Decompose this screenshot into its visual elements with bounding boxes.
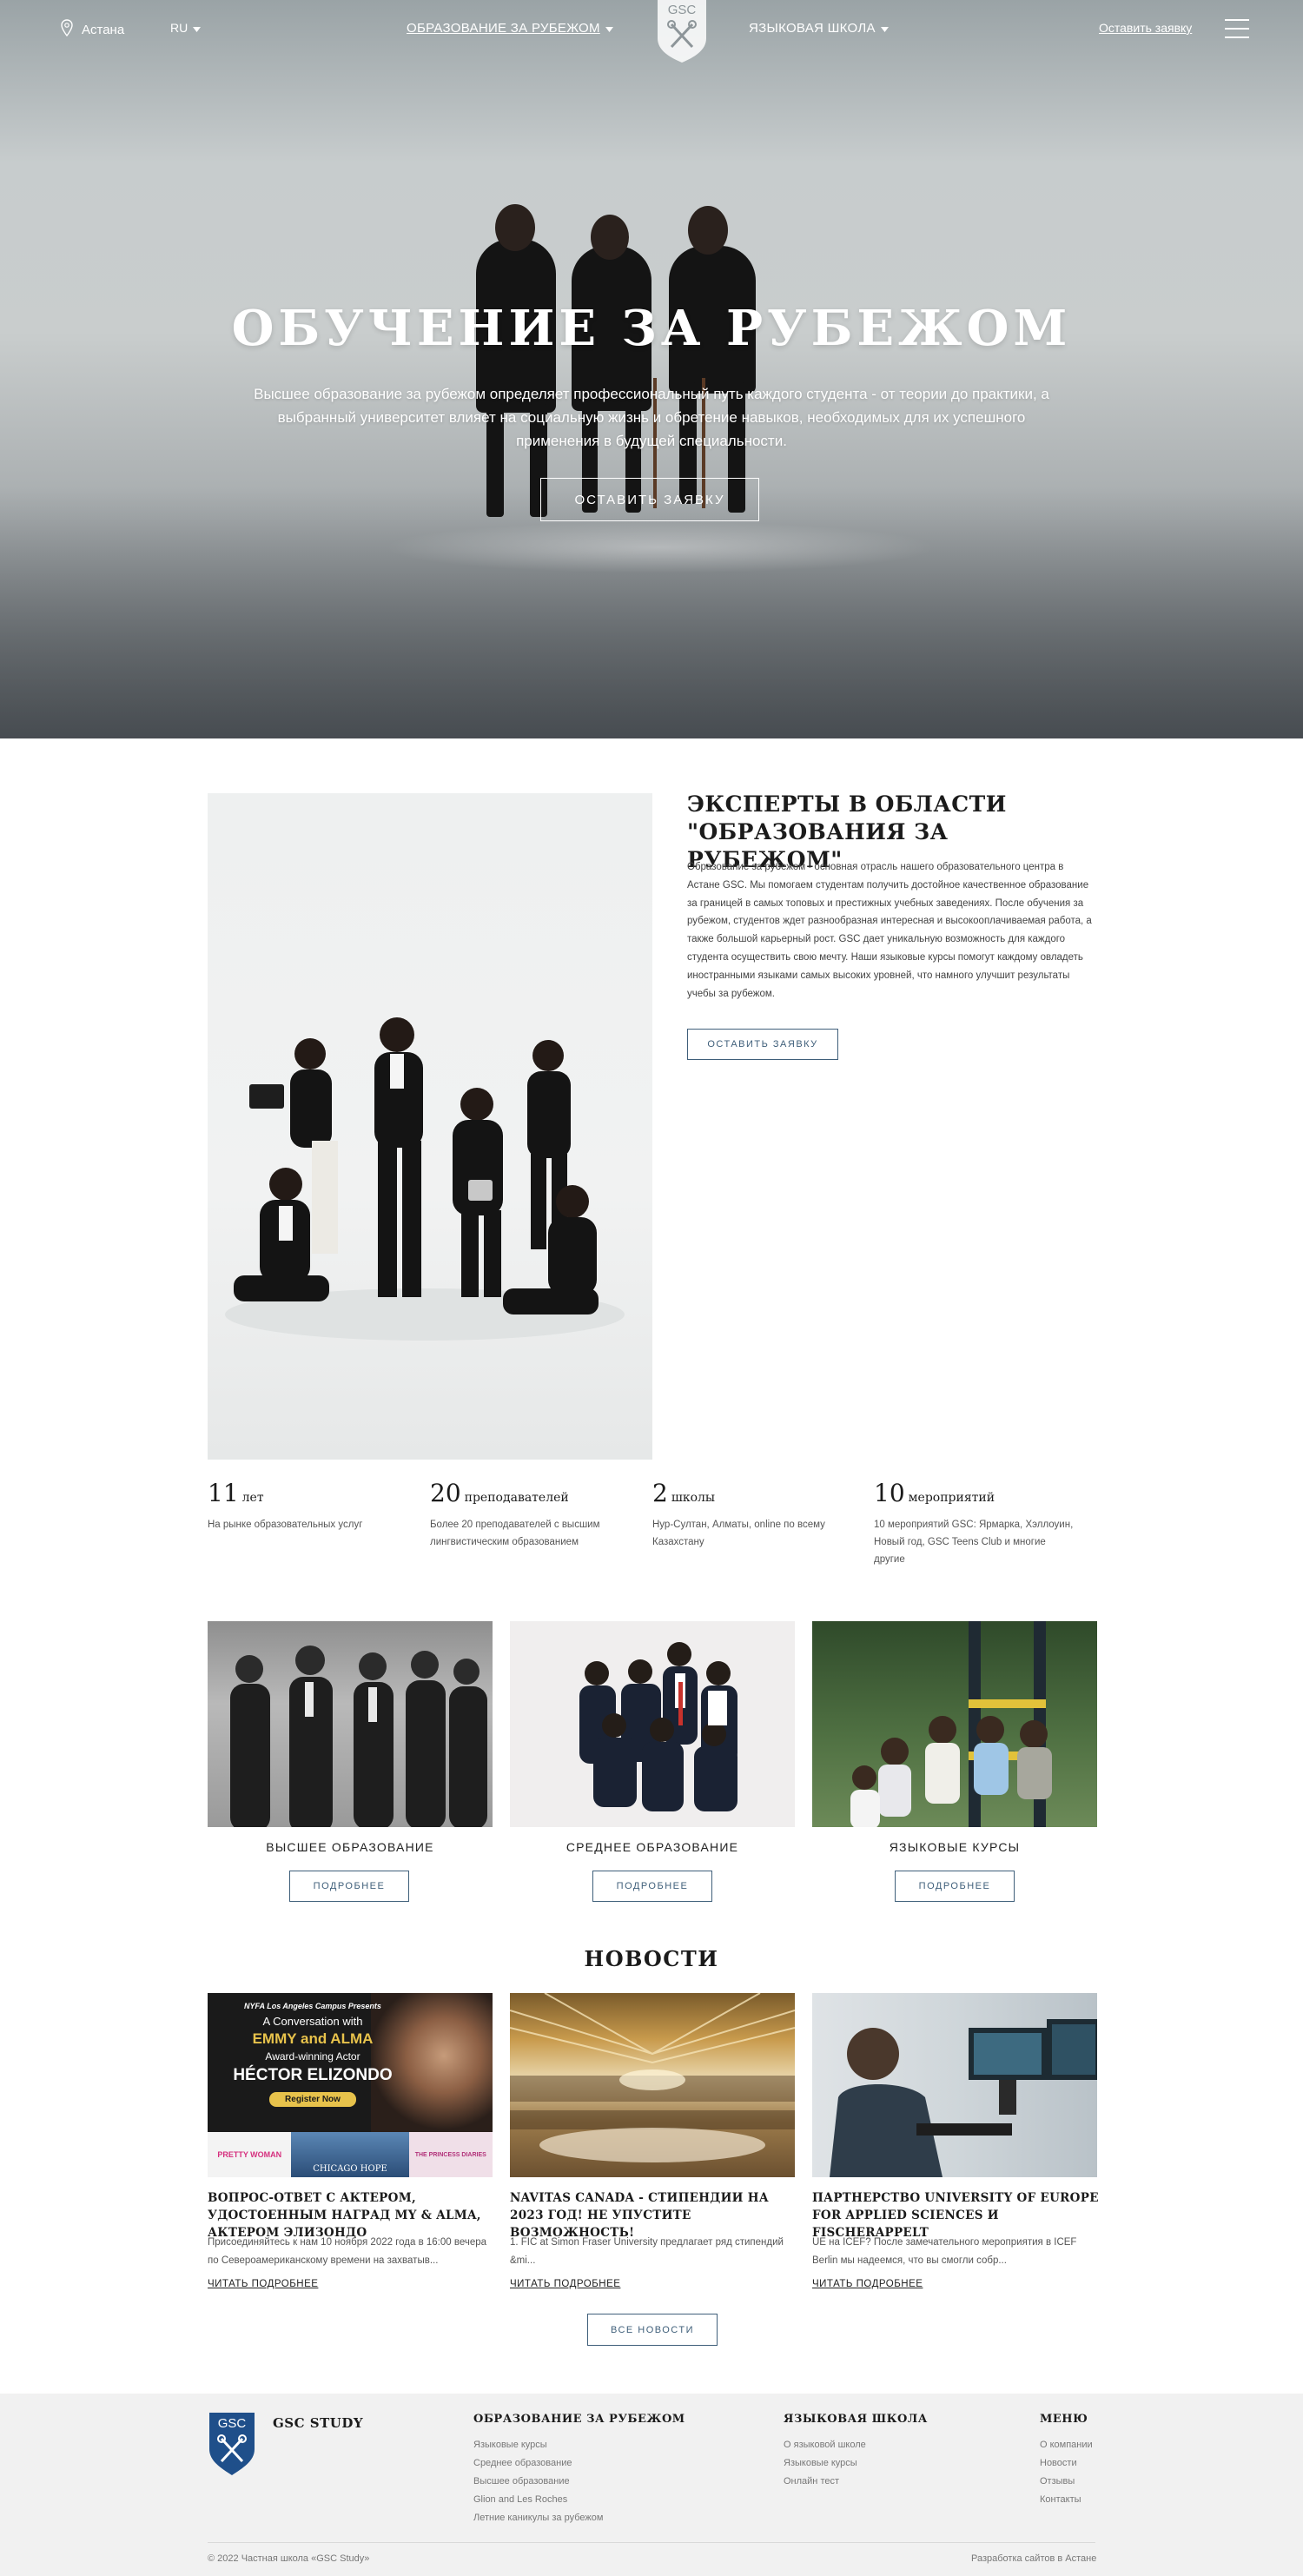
news-image-elizondo[interactable]: NYFA Los Angeles Campus Presents A Conve… [208, 1993, 493, 2177]
site-logo[interactable]: GSC [656, 0, 708, 63]
news-excerpt: UE на ICEF? После замечательного меропри… [812, 2237, 1077, 2266]
stat-number: 10 [874, 1479, 905, 1507]
footer-developer-link[interactable]: Разработка сайтов в Астане [971, 2553, 1096, 2564]
stat-number: 20 [430, 1479, 461, 1507]
news-image-navitas[interactable] [510, 1993, 795, 2177]
footer-link[interactable]: Онлайн тест [784, 2473, 866, 2491]
stat-description: Нур-Султан, Алматы, online по всему Каза… [652, 1520, 825, 1547]
chevron-down-icon [605, 21, 613, 36]
team-photo [208, 793, 652, 1460]
nav-language-school[interactable]: ЯЗЫКОВАЯ ШКОЛА [749, 21, 889, 36]
program-more-button[interactable]: ПОДРОБНЕЕ [592, 1871, 712, 1902]
stat-unit: преподавателей [464, 1491, 569, 1505]
footer-divider [208, 2542, 1095, 2543]
nav-language-school-label: ЯЗЫКОВАЯ ШКОЛА [749, 21, 876, 36]
footer-links-menu: О компании Новости Отзывы Контакты [1040, 2436, 1093, 2509]
news-excerpt: 1. FIC at Simon Fraser University предла… [510, 2237, 784, 2266]
hero-section: Астана RU ОБРАЗОВАНИЕ ЗА РУБЕЖОМ GSC ЯЗЫ… [0, 0, 1303, 738]
poster-line: Award-winning Actor [265, 2050, 360, 2063]
nav-study-abroad[interactable]: ОБРАЗОВАНИЕ ЗА РУБЕЖОМ [407, 21, 613, 36]
chevron-down-icon [880, 21, 889, 36]
location-pin-icon [61, 19, 73, 40]
program-title: ЯЗЫКОВЫЕ КУРСЫ [889, 1840, 1021, 1854]
news-read-more-link[interactable]: ЧИТАТЬ ПОДРОБНЕЕ [208, 2279, 318, 2289]
location-label: Астана [82, 22, 125, 37]
logo-text: GSC [668, 3, 697, 17]
footer-links-study-abroad: Языковые курсы Среднее образование Высше… [473, 2436, 603, 2527]
footer-link[interactable]: Новости [1040, 2454, 1093, 2473]
footer-column-title: МЕНЮ [1040, 2413, 1088, 2426]
poster-line: EMMY and ALMA [252, 2030, 374, 2047]
news-read-more-link[interactable]: ЧИТАТЬ ПОДРОБНЕЕ [510, 2279, 620, 2289]
hero-title: ОБУЧЕНИЕ ЗА РУБЕЖОМ [231, 300, 1072, 357]
program-more-button[interactable]: ПОДРОБНЕЕ [289, 1871, 409, 1902]
poster-register-badge: Register Now [269, 2092, 356, 2107]
stat-description: 10 мероприятий GSC: Ярмарка, Хэллоуин, Н… [874, 1520, 1074, 1565]
program-more-button[interactable]: ПОДРОБНЕЕ [895, 1871, 1015, 1902]
news-image-ue-partnership[interactable] [812, 1993, 1097, 2177]
stat-events: 10 мероприятий 10 мероприятий GSC: Ярмарк… [874, 1479, 1074, 1568]
footer-links-language-school: О языковой школе Языковые курсы Онлайн т… [784, 2436, 866, 2491]
about-apply-button[interactable]: ОСТАВИТЬ ЗАЯВКУ [687, 1029, 838, 1060]
program-image-higher[interactable] [208, 1621, 493, 1827]
news-read-more-link[interactable]: ЧИТАТЬ ПОДРОБНЕЕ [812, 2279, 923, 2289]
language-selector[interactable]: RU [170, 21, 202, 35]
header-apply-link[interactable]: Оставить заявку [1099, 21, 1192, 35]
footer-column-title: ОБРАЗОВАНИЕ ЗА РУБЕЖОМ [473, 2413, 685, 2426]
footer-link[interactable]: О языковой школе [784, 2436, 866, 2454]
stat-schools: 2 школы Нур-Султан, Алматы, online по все… [652, 1479, 852, 1551]
hamburger-menu-icon[interactable] [1225, 19, 1249, 38]
stat-number: 2 [652, 1479, 668, 1507]
stat-teachers: 20 преподавателей Более 20 преподавателей… [430, 1479, 630, 1551]
footer-link[interactable]: Языковые курсы [473, 2436, 603, 2454]
top-navigation: Астана RU ОБРАЗОВАНИЕ ЗА РУБЕЖОМ GSC ЯЗЫ… [0, 0, 1303, 63]
poster-film: THE PRINCESS DIARIES [408, 2132, 493, 2177]
about-description: Образование за рубежом - основная отрасл… [687, 862, 1092, 999]
stat-number: 11 [208, 1479, 239, 1507]
program-image-language[interactable] [812, 1621, 1097, 1827]
news-excerpt: Присоединяйтесь к нам 10 ноября 2022 год… [208, 2237, 487, 2266]
footer-logo[interactable]: GSC [208, 2413, 256, 2475]
program-title: ВЫСШЕЕ ОБРАЗОВАНИЕ [266, 1840, 434, 1854]
footer-link[interactable]: Высшее образование [473, 2473, 603, 2491]
location-selector[interactable]: Астана [61, 19, 124, 40]
poster-line: NYFA Los Angeles Campus Presents [244, 2002, 381, 2010]
footer-link[interactable]: Контакты [1040, 2491, 1093, 2509]
footer-link[interactable]: Отзывы [1040, 2473, 1093, 2491]
program-image-secondary[interactable] [510, 1621, 795, 1827]
hero-description: Высшее образование за рубежом определяет… [254, 386, 1049, 449]
stat-description: На рынке образовательных услуг [208, 1520, 363, 1530]
stat-unit: лет [241, 1491, 264, 1505]
poster-film: CHICAGO HOPE [291, 2132, 409, 2177]
footer-link[interactable]: Glion and Les Roches [473, 2491, 603, 2509]
footer-copyright: © 2022 Частная школа «GSC Study» [208, 2553, 370, 2564]
hero-apply-button[interactable]: ОСТАВИТЬ ЗАЯВКУ [540, 478, 759, 521]
stat-unit: школы [671, 1491, 716, 1505]
stat-years: 11 лет На рынке образовательных услуг [208, 1479, 407, 1533]
footer-brand: GSC STUDY [273, 2415, 364, 2431]
footer-link[interactable]: Языковые курсы [784, 2454, 866, 2473]
footer-link[interactable]: Среднее образование [473, 2454, 603, 2473]
news-heading: НОВОСТИ [584, 1946, 719, 1971]
footer-logo-text: GSC [218, 2416, 247, 2431]
chevron-down-icon [193, 21, 202, 35]
stat-unit: мероприятий [908, 1491, 995, 1505]
footer-link[interactable]: О компании [1040, 2436, 1093, 2454]
all-news-button[interactable]: ВСЕ НОВОСТИ [587, 2314, 718, 2346]
nav-study-abroad-label: ОБРАЗОВАНИЕ ЗА РУБЕЖОМ [407, 21, 600, 36]
program-title: СРЕДНЕЕ ОБРАЗОВАНИЕ [566, 1840, 739, 1854]
poster-film: PRETTY WOMAN [208, 2132, 292, 2177]
footer-link[interactable]: Летние каникулы за рубежом [473, 2509, 603, 2527]
footer-column-title: ЯЗЫКОВАЯ ШКОЛА [784, 2413, 928, 2426]
language-label: RU [170, 21, 189, 35]
poster-line: A Conversation with [262, 2015, 363, 2028]
poster-line: HÉCTOR ELIZONDO [233, 2066, 393, 2084]
stat-description: Более 20 преподавателей с высшим лингвис… [430, 1520, 600, 1547]
